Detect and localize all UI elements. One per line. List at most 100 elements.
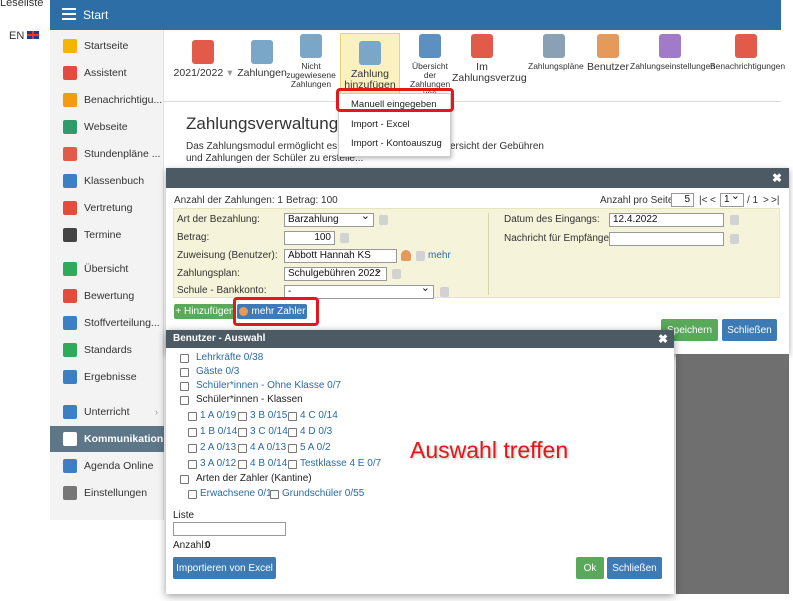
close-button[interactable]: Schließen [607,557,662,579]
user-input[interactable]: Abbott Hannah KS [284,249,397,263]
more-link[interactable]: mehr [428,250,451,261]
group-checkbox[interactable] [180,382,189,391]
sidebar-item-14[interactable]: Unterricht › [50,399,164,425]
class-checkbox[interactable] [288,444,297,453]
pager-next[interactable]: > [763,195,769,206]
group-label[interactable]: Gäste 0/3 [196,366,239,377]
lock-icon[interactable] [379,215,388,225]
lock-icon[interactable] [392,269,401,279]
class-checkbox[interactable] [288,460,297,469]
class-checkbox[interactable] [238,428,247,437]
class-checkbox[interactable] [238,444,247,453]
page-select[interactable]: 1 [720,190,744,207]
class-label[interactable]: 1 A 0/19 [200,410,236,421]
reading-list-link[interactable]: Leseliste [0,0,43,9]
class-label[interactable]: 4 B 0/14 [250,458,287,469]
class-label[interactable]: Testklasse 4 E 0/7 [300,458,381,469]
pager-last[interactable]: >| [771,195,779,206]
amount-input[interactable]: 100 [284,231,335,245]
sidebar-item-11[interactable]: Stoffverteilung... [50,310,164,336]
toolbar-item-1[interactable]: 2021/2022 ▾ [174,34,232,79]
class-label[interactable]: 2 A 0/13 [200,442,236,453]
import-excel-button[interactable]: Importieren von Excel [173,557,276,579]
lock-icon[interactable] [416,251,425,261]
pager-first[interactable]: |< [699,195,707,206]
year-selector[interactable]: 2021/2022 ▾ [174,67,233,79]
payer-type-checkbox[interactable] [188,490,197,499]
payer-type-checkbox[interactable] [270,490,279,499]
sidebar-item-2[interactable]: Assistent [50,60,164,86]
chevron-down-icon: ▾ [227,67,233,79]
class-label[interactable]: 5 A 0/2 [300,442,331,453]
class-label[interactable]: 4 C 0/14 [300,410,338,421]
close-icon[interactable]: ✖ [772,171,782,185]
lock-icon[interactable] [440,287,449,297]
class-label[interactable]: 3 A 0/12 [200,458,236,469]
plan-select[interactable]: Schulgebühren 2022 [284,264,387,281]
class-label[interactable]: 1 B 0/14 [200,426,237,437]
class-checkbox[interactable] [288,428,297,437]
ok-button[interactable]: Ok [576,557,604,579]
menu-item-import-statement[interactable]: Import - Kontoauszug [351,138,442,149]
hamburger-menu-icon[interactable] [62,8,76,20]
language-switch[interactable]: EN [9,30,40,42]
toolbar-item-4[interactable]: Zahlung hinzufügen [340,33,400,96]
close-button[interactable]: Schließen [722,319,777,341]
per-page-input[interactable]: 5 [671,193,694,207]
class-checkbox[interactable] [238,412,247,421]
toolbar-item-3[interactable]: Nicht zugewiesene Zahlungen [286,34,336,89]
class-checkbox[interactable] [288,412,297,421]
payer-types-checkbox[interactable] [180,475,189,484]
group-label[interactable]: Lehrkräfte 0/38 [196,352,263,363]
payer-type-label[interactable]: Erwachsene 0/1 [200,488,272,499]
class-checkbox[interactable] [238,460,247,469]
sidebar-item-17[interactable]: Einstellungen [50,480,164,506]
sidebar-item-7[interactable]: Vertretung [50,195,164,221]
user-icon[interactable] [401,250,411,261]
menu-item-import-excel[interactable]: Import - Excel [351,119,410,130]
sidebar-item-4[interactable]: Webseite [50,114,164,140]
add-button[interactable]: + Hinzufügen [174,304,236,319]
lock-icon[interactable] [730,215,739,225]
breadcrumb-start[interactable]: Start [83,8,108,22]
class-checkbox[interactable] [188,460,197,469]
sidebar-item-10[interactable]: Bewertung [50,283,164,309]
pager-prev[interactable]: < [710,195,716,206]
date-input[interactable]: 12.4.2022 [609,213,724,227]
toolbar-item-8[interactable]: Benutzer [584,34,632,73]
lock-icon[interactable] [730,234,739,244]
toolbar-item-9[interactable]: Zahlungseinstellungen [630,34,715,71]
class-label[interactable]: 4 D 0/3 [300,426,332,437]
group-checkbox[interactable] [180,368,189,377]
class-checkbox[interactable] [188,412,197,421]
sidebar-item-8[interactable]: Termine [50,222,164,248]
sidebar-item-6[interactable]: Klassenbuch [50,168,164,194]
list-input[interactable] [173,522,286,536]
message-input[interactable] [609,232,724,246]
class-label[interactable]: 3 C 0/14 [250,426,288,437]
group-checkbox[interactable] [180,354,189,363]
toolbar-item-6[interactable]: Im Zahlungsverzug [452,34,527,84]
class-checkbox[interactable] [188,444,197,453]
class-checkbox[interactable] [188,428,197,437]
payer-type-label[interactable]: Grundschüler 0/55 [282,488,364,499]
class-label[interactable]: 4 A 0/13 [250,442,286,453]
sidebar-item-16[interactable]: Agenda Online [50,453,164,479]
language-label[interactable]: EN [9,30,24,42]
sidebar-item-5[interactable]: Stundenpläne ... [50,141,164,167]
group-label[interactable]: Schüler*innen - Ohne Klasse 0/7 [196,380,341,391]
sidebar-item-3[interactable]: Benachrichtigu... [50,87,164,113]
sidebar-item-9[interactable]: Übersicht [50,256,164,282]
toolbar-item-2[interactable]: Zahlungen [237,34,287,79]
close-icon[interactable]: ✖ [658,332,668,346]
class-label[interactable]: 3 B 0/15 [250,410,287,421]
type-select[interactable]: Barzahlung [284,210,374,227]
sidebar-item-13[interactable]: Ergebnisse [50,364,164,390]
lock-icon[interactable] [340,233,349,243]
toolbar-item-10[interactable]: Benachrichtigungen [710,34,785,71]
sidebar-item-1[interactable]: Startseite [50,33,164,59]
toolbar-item-7[interactable]: Zahlungspläne [528,34,584,71]
sidebar-item-12[interactable]: Standards [50,337,164,363]
sidebar-item-15[interactable]: Kommunikation › [50,426,164,452]
group-checkbox[interactable] [180,396,189,405]
